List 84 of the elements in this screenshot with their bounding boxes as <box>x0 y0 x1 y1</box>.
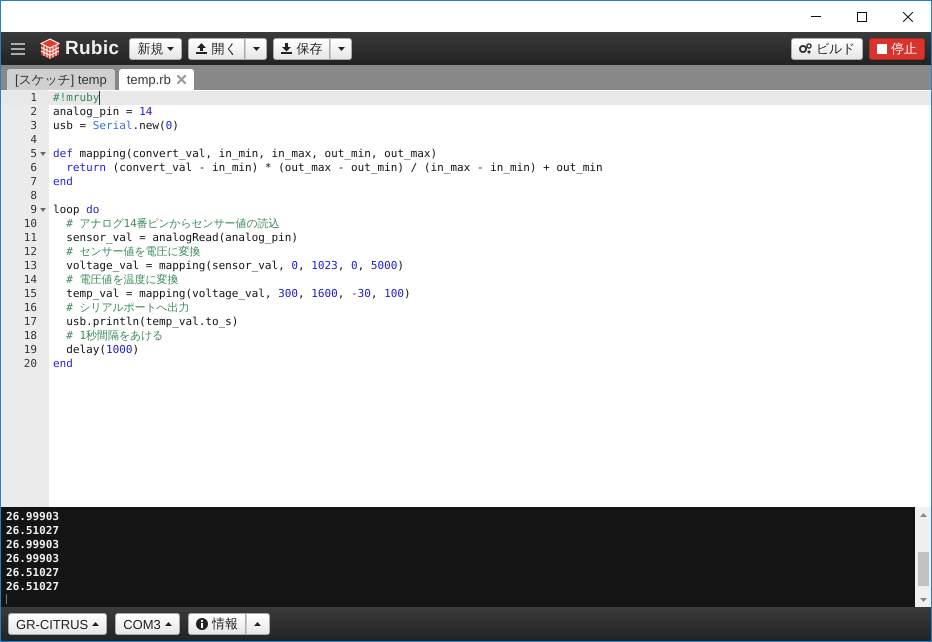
code-line: def mapping(convert_val, in_min, in_max, out_min, out_max) <box>52 147 438 161</box>
line-number: 14 <box>22 273 37 287</box>
code-line: delay(1000) <box>65 343 140 357</box>
text-cursor <box>99 91 100 105</box>
download-icon <box>281 43 292 54</box>
caret-icon <box>164 622 172 626</box>
app-name: Rubic <box>65 38 120 60</box>
close-icon[interactable] <box>176 75 186 84</box>
gears-icon <box>799 43 812 54</box>
scroll-down-icon[interactable] <box>920 598 926 602</box>
line-number: 6 <box>29 161 37 175</box>
console-line: 26.99903 <box>6 538 60 552</box>
line-number: 17 <box>22 315 37 329</box>
line-number: 19 <box>22 343 37 357</box>
console-line: 26.99903 <box>6 510 60 524</box>
code-line: end <box>52 175 73 189</box>
tab-label: temp.rb <box>126 72 171 87</box>
file-tab[interactable]: [スケッチ] temp <box>7 69 115 90</box>
maximize-icon <box>857 12 867 22</box>
code-line: analog_pin = 14 <box>52 105 152 119</box>
code-line: usb = Serial.new(0) <box>52 119 179 133</box>
line-number: 18 <box>22 329 37 343</box>
line-number: 10 <box>22 217 37 231</box>
build-button[interactable]: ビルド <box>791 38 863 60</box>
line-number: 3 <box>29 119 37 133</box>
info-icon <box>196 618 208 630</box>
toolbar-button[interactable]: 開く <box>188 38 246 60</box>
toolbar-button[interactable]: 新規 <box>129 38 182 60</box>
code-line: # 1秒間隔をあける <box>65 329 164 343</box>
stop-button[interactable]: 停止 <box>869 38 925 60</box>
console-line: 26.51027 <box>6 566 60 580</box>
toolbar-button[interactable]: 保存 <box>273 38 330 60</box>
line-number: 12 <box>22 245 37 259</box>
stop-icon <box>877 44 887 54</box>
line-number: 7 <box>29 175 37 189</box>
dropdown-button[interactable] <box>245 38 268 60</box>
code-line: temp_val = mapping(voltage_val, 300, 1600, -30, 100) <box>65 287 411 301</box>
caret-icon <box>92 622 100 626</box>
line-number: 2 <box>29 105 37 119</box>
caret-icon <box>254 622 262 626</box>
close-icon <box>903 12 913 22</box>
code-line: loop do <box>52 203 100 217</box>
line-number: 8 <box>29 189 37 203</box>
fold-caret-icon[interactable] <box>40 152 46 156</box>
port-button[interactable]: COM3 <box>115 613 180 635</box>
code-line: end <box>52 357 73 371</box>
minimize-icon <box>811 16 821 17</box>
line-number: 16 <box>22 301 37 315</box>
line-number: 20 <box>22 357 37 371</box>
code-line: # シリアルポートへ出力 <box>65 301 190 315</box>
console-line: 26.99903 <box>6 552 60 566</box>
scrollbar[interactable] <box>915 507 931 607</box>
code-line: voltage_val = mapping(sensor_val, 0, 1023, 0, 5000) <box>65 259 404 273</box>
info-button[interactable]: 情報 <box>188 613 246 635</box>
caret-icon <box>252 46 260 50</box>
tab-label: [スケッチ] temp <box>15 70 107 88</box>
console-line: 26.51027 <box>6 580 60 594</box>
scroll-up-icon[interactable] <box>920 513 926 517</box>
fold-caret-icon[interactable] <box>40 208 46 212</box>
line-number: 15 <box>22 287 37 301</box>
caret-icon <box>167 46 174 50</box>
code-line: #!mruby <box>52 91 100 105</box>
line-number: 13 <box>22 259 37 273</box>
dropup-button[interactable] <box>246 613 270 635</box>
line-number: 5 <box>29 147 37 161</box>
code-line: # 電圧値を温度に変換 <box>65 273 178 287</box>
code-line: # センサー値を電圧に変換 <box>65 245 200 259</box>
code-line: sensor_val = analogRead(analog_pin) <box>65 231 298 245</box>
cube-logo-icon <box>39 38 61 60</box>
code-line: return (convert_val - in_min) * (out_max - out_min) / (in_max - in_min) + out_min <box>65 161 603 175</box>
file-tab[interactable]: temp.rb <box>118 69 194 90</box>
line-number: 1 <box>29 91 37 105</box>
code-line: usb.println(temp_val.to_s) <box>65 315 238 329</box>
console-line: 26.51027 <box>6 524 60 538</box>
line-number: 4 <box>29 133 37 147</box>
scroll-thumb[interactable] <box>918 552 928 586</box>
line-number: 11 <box>22 231 37 245</box>
dropdown-button[interactable] <box>330 38 352 60</box>
caret-icon <box>338 46 345 50</box>
board-button[interactable]: GR-CITRUS <box>8 613 108 635</box>
code-line: # アナログ14番ピンからセンサー値の読込 <box>65 217 280 231</box>
line-number: 9 <box>29 203 37 217</box>
upload-icon <box>196 43 208 54</box>
menu-icon[interactable] <box>11 42 25 54</box>
